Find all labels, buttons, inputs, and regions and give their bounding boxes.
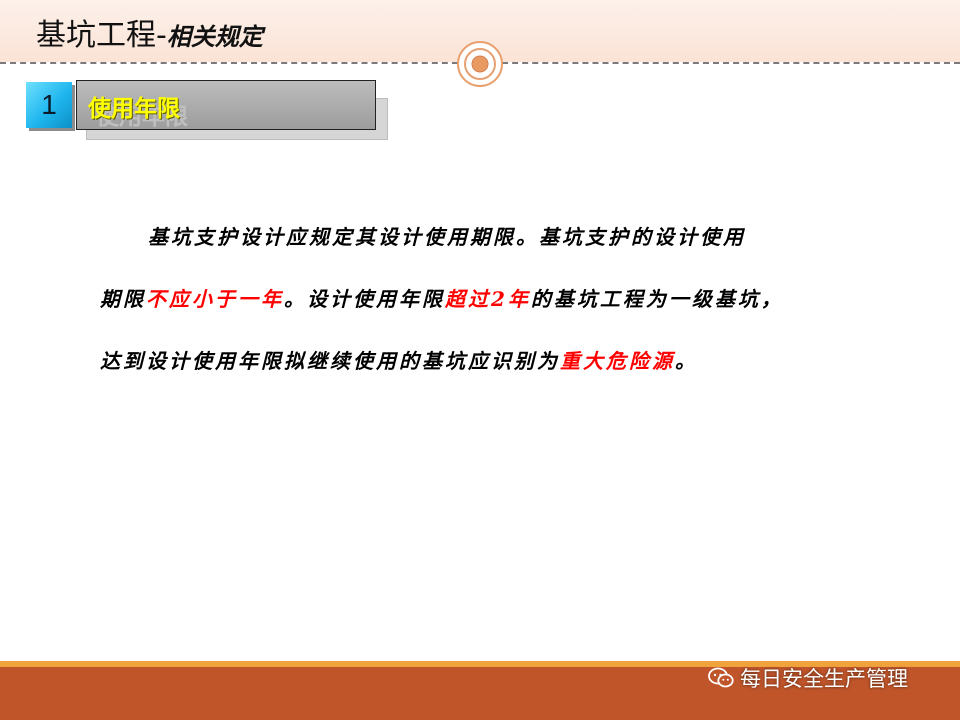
highlighted-text: 重大危险源 <box>560 349 675 373</box>
body-paragraph: 基坑支护设计应规定其设计使用期限。基坑支护的设计使用期限不应小于一年。设计使用年… <box>100 206 880 392</box>
title-subtitle: 相关规定 <box>166 22 263 51</box>
text-segment: 达到设计使用年限拟继续使用的基坑应识别为 <box>100 349 560 373</box>
text-segment: 。 <box>675 349 698 373</box>
title-separator: - <box>156 18 167 53</box>
paragraph-line: 基坑支护设计应规定其设计使用期限。基坑支护的设计使用 <box>100 206 880 268</box>
section-label: 使用年限 <box>88 96 180 122</box>
concentric-circle-icon <box>457 41 503 87</box>
highlighted-text: 超过2年 <box>445 287 531 311</box>
title-main: 基坑工程 <box>36 18 156 53</box>
page-title: 基坑工程 - 相关规定 <box>36 10 263 54</box>
paragraph-line: 达到设计使用年限拟继续使用的基坑应识别为重大危险源。 <box>100 330 880 392</box>
highlighted-text: 不应小于一年 <box>146 287 284 311</box>
section-heading: 1 使用年限 使用年限 <box>26 80 388 140</box>
paragraph-line: 期限不应小于一年。设计使用年限超过2年的基坑工程为一级基坑， <box>100 268 880 330</box>
wechat-icon <box>708 667 734 688</box>
text-segment: 期限 <box>100 287 146 311</box>
text-segment: 基坑支护设计应规定其设计使用期限。基坑支护的设计使用 <box>148 225 746 249</box>
text-segment: 。设计使用年限 <box>284 287 445 311</box>
footer-brand: 每日安全生产管理 <box>708 662 908 694</box>
text-segment: 的基坑工程为一级基坑， <box>530 287 784 311</box>
section-number-badge: 1 <box>26 82 72 128</box>
footer-brand-text: 每日安全生产管理 <box>740 667 908 691</box>
